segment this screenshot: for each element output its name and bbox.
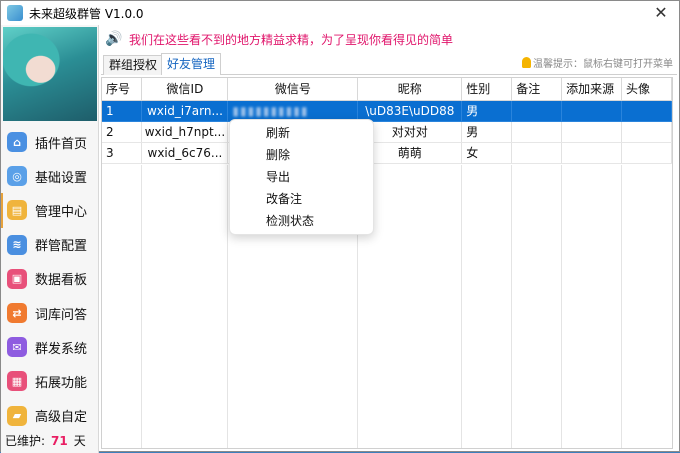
context-menu-item[interactable]: 刷新 bbox=[230, 122, 373, 144]
speaker-icon: 🔊 bbox=[105, 31, 123, 47]
sidebar-item-label: 基础设置 bbox=[35, 170, 88, 186]
column-header[interactable]: 昵称 bbox=[357, 78, 463, 101]
table-row[interactable]: 1 wxid_i7arn... ▮▮▮▮▮▮▮▮▮▮ \uD83E\uDD88 男 bbox=[102, 100, 672, 122]
sidebar-item-label: 插件首页 bbox=[35, 136, 88, 152]
table-row[interactable]: 3 wxid_6c76... 萌萌女 bbox=[102, 142, 672, 164]
grid-divider bbox=[561, 165, 562, 448]
lightbulb-icon bbox=[522, 57, 531, 68]
table-cell: 男 bbox=[461, 121, 513, 143]
column-header[interactable]: 备注 bbox=[511, 78, 563, 101]
table-cell bbox=[561, 121, 623, 143]
sidebar-item-7[interactable]: ✉ 群发系统 bbox=[1, 330, 99, 364]
table-row[interactable]: 2 wxid_h7npt... 对对对男 bbox=[102, 121, 672, 143]
context-menu: 刷新 删除 导出 改备注 检测状态 bbox=[229, 119, 374, 235]
table-cell: \uD83E\uDD88 bbox=[357, 100, 463, 122]
column-header[interactable]: 微信号 bbox=[227, 78, 359, 101]
table-cell: 女 bbox=[461, 142, 513, 164]
empty-grid-area bbox=[102, 165, 672, 448]
table-cell: wxid_h7npt... bbox=[141, 121, 229, 143]
table-cell bbox=[621, 121, 672, 143]
table-cell: 2 bbox=[102, 121, 143, 143]
sidebar-item-9[interactable]: ▰ 高级自定 bbox=[1, 399, 99, 433]
table-cell bbox=[511, 100, 563, 122]
redacted-wechat-number: ▮▮▮▮▮▮▮▮▮▮ bbox=[232, 103, 309, 118]
grid-icon: ▦ bbox=[7, 371, 27, 392]
column-header[interactable]: 序号 bbox=[102, 78, 143, 101]
table-cell: wxid_6c76... bbox=[141, 142, 229, 164]
title-bar: 未来超级群管 V1.0.0 ✕ bbox=[1, 1, 679, 25]
tab-group-auth[interactable]: 群组授权 bbox=[103, 55, 164, 75]
context-menu-item[interactable]: 删除 bbox=[230, 144, 373, 166]
close-icon[interactable]: ✕ bbox=[651, 3, 671, 23]
tab-bar: 群组授权 好友管理 温馨提示：鼠标右键可打开菜单 bbox=[101, 53, 677, 75]
sidebar-item-label: 管理中心 bbox=[35, 204, 88, 220]
app-window: 未来超级群管 V1.0.0 ✕ ⌂ 插件首页 ◎ 基础设置 ▤ 管理中心 ≋ 群管配置 ▣ 数据看… bbox=[0, 0, 680, 453]
table-cell bbox=[621, 100, 672, 122]
table-cell bbox=[561, 142, 623, 164]
grid-divider bbox=[461, 165, 462, 448]
window-title: 未来超级群管 V1.0.0 bbox=[29, 6, 144, 21]
app-logo-icon bbox=[7, 5, 23, 21]
table-cell bbox=[511, 121, 563, 143]
swap-icon: ⇄ bbox=[7, 303, 27, 324]
sidebar-item-5[interactable]: ▣ 数据看板 bbox=[1, 262, 99, 296]
table-cell: 男 bbox=[461, 100, 513, 122]
notice-bar: 🔊 我们在这些看不到的地方精益求精，为了呈现你看得见的简单 bbox=[101, 29, 677, 49]
sidebar-item-label: 群管配置 bbox=[35, 239, 88, 255]
table-cell: ▮▮▮▮▮▮▮▮▮▮ bbox=[227, 100, 359, 122]
column-header[interactable]: 添加来源 bbox=[561, 78, 623, 101]
context-menu-item[interactable]: 检测状态 bbox=[230, 210, 373, 232]
note-icon: ▤ bbox=[7, 200, 27, 221]
folder-icon: ▰ bbox=[7, 405, 27, 426]
grid-divider bbox=[511, 165, 512, 448]
sidebar-item-6[interactable]: ⇄ 词库问答 bbox=[1, 296, 99, 330]
sidebar-item-label: 数据看板 bbox=[35, 273, 88, 289]
table-cell: 3 bbox=[102, 142, 143, 164]
table-cell: wxid_i7arn... bbox=[141, 100, 229, 122]
settings-icon: ◎ bbox=[7, 166, 27, 187]
sidebar-item-label: 词库问答 bbox=[35, 307, 88, 323]
friends-table: 序号 微信ID 微信号 昵称 性别 备注 添加来源 头像 1 wxid_i7arn... ▮▮▮▮… bbox=[101, 77, 673, 449]
send-icon: ✉ bbox=[7, 337, 27, 358]
sidebar-item-1[interactable]: ⌂ 插件首页 bbox=[1, 125, 99, 159]
table-cell bbox=[621, 142, 672, 164]
sidebar-item-4[interactable]: ≋ 群管配置 bbox=[1, 228, 99, 262]
column-header[interactable]: 性别 bbox=[461, 78, 513, 101]
hint: 温馨提示：鼠标右键可打开菜单 bbox=[522, 55, 673, 70]
maintained-label: 已维护: bbox=[5, 434, 46, 448]
context-menu-item[interactable]: 导出 bbox=[230, 166, 373, 188]
grid-divider bbox=[141, 165, 142, 448]
table-cell: 1 bbox=[102, 100, 143, 122]
maintained-unit: 天 bbox=[73, 434, 86, 448]
sidebar-item-8[interactable]: ▦ 拓展功能 bbox=[1, 364, 99, 398]
layers-icon: ≋ bbox=[7, 234, 27, 255]
friends-table-body: 序号 微信ID 微信号 昵称 性别 备注 添加来源 头像 1 wxid_i7arn... ▮▮▮▮… bbox=[102, 78, 672, 164]
notice-text: 我们在这些看不到的地方精益求精，为了呈现你看得见的简单 bbox=[129, 32, 454, 47]
maintenance-counter: 已维护: 71 天 bbox=[5, 432, 86, 449]
anime-avatar-image bbox=[3, 27, 97, 121]
bag-icon: ▣ bbox=[7, 268, 27, 289]
maintained-days: 71 bbox=[51, 434, 68, 448]
table-cell bbox=[511, 142, 563, 164]
sidebar-nav: ⌂ 插件首页 ◎ 基础设置 ▤ 管理中心 ≋ 群管配置 ▣ 数据看板 ⇄ 词库问答 ✉ 群发系统 ▦ 拓展功能… bbox=[1, 125, 99, 433]
home-icon: ⌂ bbox=[7, 132, 27, 153]
sidebar-item-label: 高级自定 bbox=[35, 410, 88, 426]
grid-divider bbox=[621, 165, 622, 448]
context-menu-item[interactable]: 改备注 bbox=[230, 188, 373, 210]
sidebar-item-3[interactable]: ▤ 管理中心 bbox=[1, 193, 99, 228]
table-cell bbox=[561, 100, 623, 122]
tab-friend-management[interactable]: 好友管理 bbox=[161, 53, 222, 75]
grid-divider bbox=[227, 165, 228, 448]
hint-text: 温馨提示：鼠标右键可打开菜单 bbox=[533, 59, 673, 70]
column-header[interactable]: 头像 bbox=[621, 78, 672, 101]
column-header[interactable]: 微信ID bbox=[141, 78, 229, 101]
sidebar: ⌂ 插件首页 ◎ 基础设置 ▤ 管理中心 ≋ 群管配置 ▣ 数据看板 ⇄ 词库问答 ✉ 群发系统 ▦ 拓展功能… bbox=[1, 25, 99, 453]
sidebar-item-label: 拓展功能 bbox=[35, 375, 88, 391]
sidebar-item-2[interactable]: ◎ 基础设置 bbox=[1, 159, 99, 193]
sidebar-item-label: 群发系统 bbox=[35, 341, 88, 357]
